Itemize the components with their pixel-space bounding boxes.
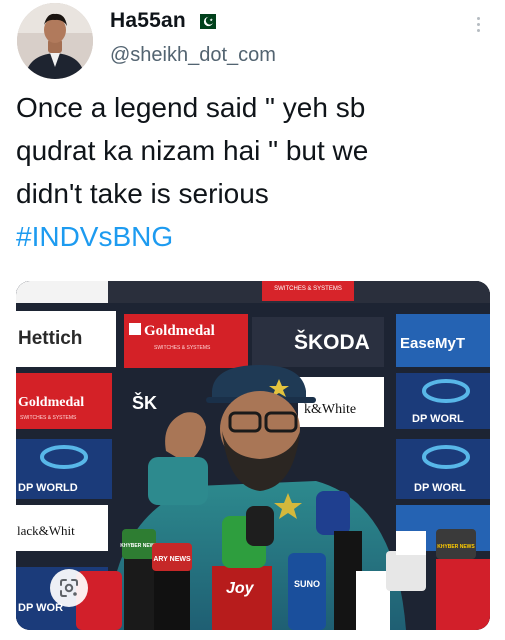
board-text: lack&Whit (17, 523, 75, 538)
board-text: DP WOR (18, 602, 63, 614)
board-text: k&White (304, 402, 356, 417)
board-text: ŠK (132, 392, 157, 413)
tweet-image[interactable]: SWITCHES & SYSTEMS Hettich Goldmedal SWI… (16, 281, 490, 630)
board-text: DP WORL (414, 482, 466, 494)
display-name[interactable]: Ha55an (110, 9, 186, 33)
board-text: KHYBER NEWS (437, 544, 475, 550)
board-text: SWITCHES & SYSTEMS (154, 345, 211, 351)
board-text: DP WORL (412, 413, 464, 425)
tweet-header: Ha55an @sheikh_dot_com (0, 0, 505, 82)
more-options-icon[interactable] (469, 12, 487, 36)
board-text: DP WORLD (18, 482, 78, 494)
board-text: Goldmedal (18, 395, 84, 410)
tweet-text-line: Once a legend said " yeh sb (16, 92, 366, 123)
board-text: Hettich (18, 328, 82, 349)
board-text: SUNO (294, 579, 320, 589)
board-text: Joy (226, 580, 255, 597)
tweet-text-line: didn't take is serious (16, 178, 269, 209)
tweet-text-line: qudrat ka nizam hai " but we (16, 135, 369, 166)
board-text: ŠKODA (294, 330, 370, 354)
pakistan-flag-icon (193, 13, 216, 29)
lens-icon (60, 579, 78, 597)
press-conference-photo: SWITCHES & SYSTEMS Hettich Goldmedal SWI… (16, 281, 490, 630)
board-text: ARY NEWS (153, 556, 191, 563)
hashtag-link[interactable]: #INDVsBNG (16, 215, 173, 258)
avatar-image (17, 3, 93, 79)
board-text: EaseMyT (400, 335, 465, 352)
google-lens-button[interactable] (50, 569, 88, 607)
board-text: SWITCHES & SYSTEMS (20, 415, 77, 421)
tweet-text: Once a legend said " yeh sb qudrat ka ni… (16, 86, 486, 215)
user-handle[interactable]: @sheikh_dot_com (110, 44, 276, 67)
board-text: SWITCHES & SYSTEMS (274, 286, 342, 292)
avatar[interactable] (17, 3, 93, 79)
board-text: Goldmedal (144, 323, 215, 339)
